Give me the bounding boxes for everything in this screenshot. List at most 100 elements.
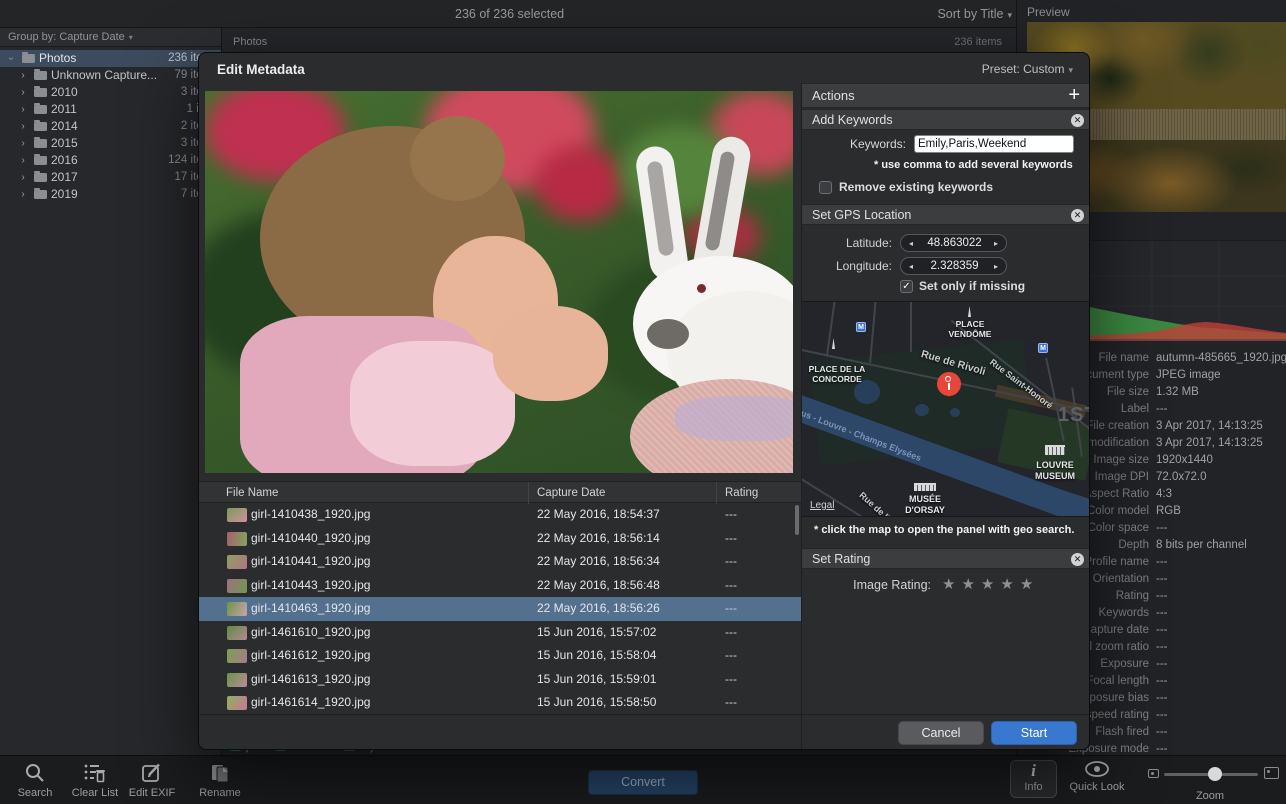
chevron-collapsed-icon[interactable]: › [18,118,28,135]
file-thumbnail [227,673,247,687]
rename-button[interactable]: Rename [185,762,255,799]
cancel-button[interactable]: Cancel [898,721,984,745]
folder-icon [34,156,47,165]
folder-icon [34,139,47,148]
rename-icon [208,762,232,784]
sort-dropdown[interactable]: Sort by Title▾ [937,7,1012,21]
increment-icon[interactable]: ▸ [994,258,998,275]
table-scrollbar[interactable] [795,505,799,535]
rating-star-icon[interactable]: ★ [1020,576,1039,593]
caret-down-icon: ▾ [1068,65,1073,75]
zoom-label: Zoom [1140,790,1280,802]
quick-look-button[interactable]: Quick Look [1068,760,1126,793]
gps-map[interactable]: bus - Louvre - Champs Elysées PLACE VEND… [802,301,1090,517]
dialog-footer: Cancel Start [199,714,1090,750]
table-row[interactable]: girl-1410438_1920.jpg22 May 2016, 18:54:… [199,503,801,527]
table-row-selected[interactable]: girl-1410463_1920.jpg22 May 2016, 18:56:… [199,597,801,621]
map-district-label: 1ST [1058,404,1090,427]
sidebar-item-2016[interactable]: › 2016 124 items [0,152,221,169]
table-row[interactable]: girl-1410441_1920.jpg22 May 2016, 18:56:… [199,550,801,574]
table-row[interactable]: girl-1461612_1920.jpg15 Jun 2016, 15:58:… [199,644,801,668]
file-thumbnail [227,555,247,569]
rating-star-icon[interactable]: ★ [981,576,1000,593]
group-by-control[interactable]: Group by: Capture Date▾ [0,28,221,47]
actions-header: Actions + [802,83,1090,108]
image-rating-stars: ★★★★★ [942,575,1039,593]
keywords-input[interactable] [914,135,1074,153]
rating-section-header: Set Rating ✕ [802,548,1090,569]
chevron-collapsed-icon[interactable]: › [18,135,28,152]
add-keywords-section-header: Add Keywords ✕ [802,109,1090,130]
sidebar-item-2014[interactable]: › 2014 2 items [0,118,221,135]
rating-star-icon[interactable]: ★ [1000,576,1019,593]
sidebar-item-2017[interactable]: › 2017 17 items [0,169,221,186]
chevron-collapsed-icon[interactable]: › [18,67,28,84]
sidebar-item-2015[interactable]: › 2015 3 items [0,135,221,152]
table-row[interactable]: girl-1461614_1920.jpg15 Jun 2016, 15:58:… [199,691,801,715]
remove-gps-action-icon[interactable]: ✕ [1071,209,1084,222]
map-pin[interactable] [937,372,961,396]
girl-hands [493,306,608,401]
sidebar-item-2010[interactable]: › 2010 3 items [0,84,221,101]
set-only-if-missing-checkbox[interactable]: ✓ [900,280,913,293]
set-only-if-missing-label: Set only if missing [919,279,1025,293]
convert-button[interactable]: Convert [588,770,698,795]
file-thumbnail [227,579,247,593]
longitude-stepper[interactable]: ◂ 2.328359 ▸ [900,257,1007,275]
folder-icon [34,88,47,97]
map-hint: * click the map to open the panel with g… [814,524,1074,536]
sidebar-item-2019[interactable]: › 2019 7 items [0,186,221,203]
caret-down-icon: ▾ [129,33,133,42]
list-folder-name: Photos [233,36,267,48]
dialog-title: Edit Metadata [217,62,305,77]
gps-section-header: Set GPS Location ✕ [802,204,1090,225]
file-thumbnail [227,696,247,710]
map-legal-link[interactable]: Legal [810,500,834,511]
folder-icon [34,173,47,182]
map-label-louvre: LOUVRE MUSEUM [1019,460,1090,482]
file-thumbnail [227,508,247,522]
remove-keywords-action-icon[interactable]: ✕ [1071,114,1084,127]
vendome-monument-icon [968,306,971,317]
increment-icon[interactable]: ▸ [994,235,998,252]
edit-metadata-dialog: Edit Metadata Preset: Custom▾ [198,52,1090,750]
info-button[interactable]: i Info [1010,760,1057,798]
clear-list-icon [83,762,107,784]
orsay-museum-icon [914,483,936,491]
remove-existing-keywords-label: Remove existing keywords [839,180,993,194]
chevron-collapsed-icon[interactable]: › [18,84,28,101]
caret-down-icon: ▾ [1007,10,1012,20]
chevron-expanded-icon[interactable]: › [3,54,20,64]
chevron-collapsed-icon[interactable]: › [18,101,28,118]
rating-star-icon[interactable]: ★ [961,576,980,593]
chevron-collapsed-icon[interactable]: › [18,169,28,186]
metro-icon: M [1038,343,1048,353]
start-button[interactable]: Start [991,721,1077,745]
edit-exif-button[interactable]: Edit EXIF [117,762,187,799]
add-action-button[interactable]: + [1068,83,1080,108]
file-thumbnail [227,532,247,546]
folder-icon [34,122,47,131]
bottom-toolbar: Search Clear List Edit EXIF Rename Conve… [0,755,1286,804]
table-row[interactable]: girl-1461610_1920.jpg15 Jun 2016, 15:57:… [199,621,801,645]
table-row[interactable]: girl-1461613_1920.jpg15 Jun 2016, 15:59:… [199,668,801,692]
table-row[interactable]: girl-1410443_1920.jpg22 May 2016, 18:56:… [199,574,801,598]
preset-dropdown[interactable]: Preset: Custom▾ [982,62,1073,76]
table-row[interactable]: girl-1410440_1920.jpg22 May 2016, 18:56:… [199,527,801,551]
sidebar-item-2011[interactable]: › 2011 1 item [0,101,221,118]
preview-title: Preview [1027,5,1070,19]
zoom-slider-knob[interactable] [1208,767,1222,781]
table-header: File Name Capture Date Rating [199,481,801,503]
remove-rating-action-icon[interactable]: ✕ [1071,553,1084,566]
map-label-concorde: PLACE DE LA CONCORDE [804,364,870,384]
chevron-collapsed-icon[interactable]: › [18,152,28,169]
remove-existing-keywords-checkbox[interactable] [819,181,832,194]
sidebar-item-unknown-capture[interactable]: › Unknown Capture... 79 items [0,67,221,84]
chevron-collapsed-icon[interactable]: › [18,186,28,203]
latitude-stepper[interactable]: ◂ 48.863022 ▸ [900,234,1007,252]
folder-icon [34,71,47,80]
rating-star-icon[interactable]: ★ [942,576,961,593]
sidebar-item-photos[interactable]: › Photos 236 items [0,50,221,67]
image-rating-label: Image Rating: [853,578,931,592]
folder-icon [34,105,47,114]
